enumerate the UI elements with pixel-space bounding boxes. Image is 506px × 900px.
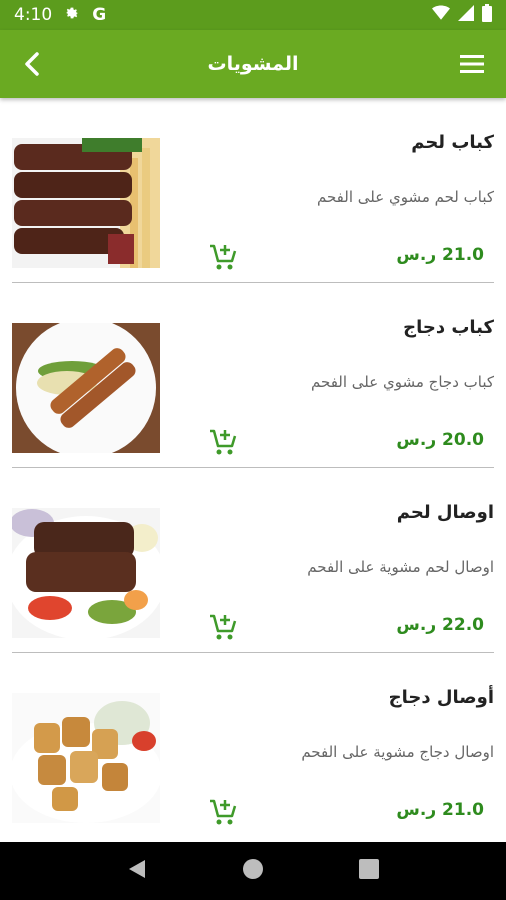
price-value: 21.0 <box>442 800 484 820</box>
menu-list[interactable]: كباب لحم كباب لحم مشوي على الفحم 21.0 ر.… <box>0 98 506 842</box>
item-name: أوصال دجاج <box>388 687 494 708</box>
item-name: كباب لحم <box>411 132 494 153</box>
system-nav-bar <box>0 842 506 900</box>
item-price: 22.0 ر.س <box>396 615 484 635</box>
food-image <box>12 508 160 638</box>
list-item[interactable]: كباب لحم كباب لحم مشوي على الفحم 21.0 ر.… <box>12 98 494 283</box>
price-currency: ر.س <box>396 430 437 450</box>
food-image <box>12 323 160 453</box>
item-price: 21.0 ر.س <box>396 245 484 265</box>
nav-back-icon[interactable] <box>127 858 147 884</box>
food-image <box>12 693 160 823</box>
item-description: كباب لحم مشوي على الفحم <box>317 188 494 206</box>
back-button[interactable] <box>16 48 48 80</box>
add-to-cart-icon <box>210 244 237 270</box>
wifi-icon <box>432 5 450 26</box>
item-description: اوصال لحم مشوية على الفحم <box>307 558 494 576</box>
add-to-cart-button[interactable] <box>208 612 238 642</box>
battery-icon <box>482 3 492 27</box>
item-description: اوصال دجاج مشوية على الفحم <box>301 743 494 761</box>
food-image <box>12 138 160 268</box>
status-bar: 4:10 G <box>0 0 506 30</box>
add-to-cart-icon <box>210 799 237 825</box>
price-currency: ر.س <box>396 245 437 265</box>
signal-icon <box>458 4 474 26</box>
chevron-left-icon <box>25 52 39 76</box>
price-currency: ر.س <box>396 615 437 635</box>
add-to-cart-button[interactable] <box>208 242 238 272</box>
list-item[interactable]: أوصال دجاج اوصال دجاج مشوية على الفحم 21… <box>12 653 494 838</box>
list-item[interactable]: اوصال لحم اوصال لحم مشوية على الفحم 22.0… <box>12 468 494 653</box>
nav-home-icon[interactable] <box>242 858 264 884</box>
status-time: 4:10 <box>14 5 53 25</box>
item-name: اوصال لحم <box>396 502 494 523</box>
google-icon: G <box>92 5 107 25</box>
add-to-cart-button[interactable] <box>208 797 238 827</box>
page-title: المشويات <box>207 53 299 75</box>
price-value: 22.0 <box>442 615 484 635</box>
add-to-cart-icon <box>210 429 237 455</box>
settings-icon <box>64 5 80 26</box>
nav-recents-icon[interactable] <box>358 859 379 883</box>
app-bar: المشويات <box>0 30 506 98</box>
menu-button[interactable] <box>456 48 488 80</box>
price-value: 21.0 <box>442 245 484 265</box>
item-price: 20.0 ر.س <box>396 430 484 450</box>
list-item[interactable]: كباب دجاج كباب دجاج مشوي على الفحم 20.0 … <box>12 283 494 468</box>
add-to-cart-button[interactable] <box>208 427 238 457</box>
item-name: كباب دجاج <box>403 317 494 338</box>
item-price: 21.0 ر.س <box>396 800 484 820</box>
price-currency: ر.س <box>396 800 437 820</box>
add-to-cart-icon <box>210 614 237 640</box>
item-description: كباب دجاج مشوي على الفحم <box>311 373 494 391</box>
price-value: 20.0 <box>442 430 484 450</box>
hamburger-icon <box>460 55 484 73</box>
